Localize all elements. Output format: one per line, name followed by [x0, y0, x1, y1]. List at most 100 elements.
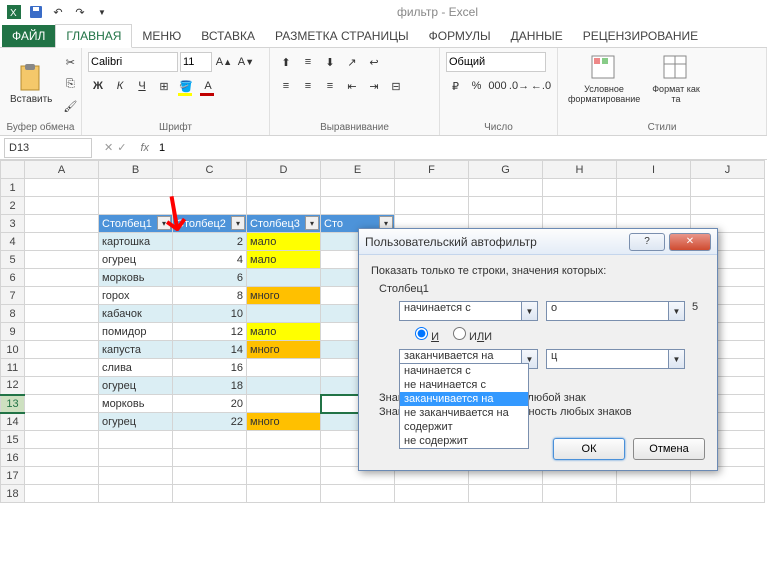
dropdown-option[interactable]: начинается с: [400, 364, 528, 378]
paste-button[interactable]: Вставить: [6, 62, 56, 107]
grow-font-icon[interactable]: A▲: [214, 52, 234, 72]
merge-icon[interactable]: ⊟: [386, 76, 406, 96]
row-header[interactable]: 17: [1, 467, 25, 485]
undo-icon[interactable]: ↶: [48, 2, 68, 22]
cell[interactable]: 2: [173, 233, 247, 251]
cell[interactable]: [247, 431, 321, 449]
help-button[interactable]: ?: [629, 233, 665, 251]
cell[interactable]: [25, 197, 99, 215]
indent-decrease-icon[interactable]: ⇤: [342, 76, 362, 96]
column-header-G[interactable]: G: [469, 161, 543, 179]
column-header-E[interactable]: E: [321, 161, 395, 179]
cell[interactable]: [25, 431, 99, 449]
format-painter-icon[interactable]: 🖌: [60, 96, 80, 116]
cell[interactable]: помидор: [99, 323, 173, 341]
row-header[interactable]: 5: [1, 251, 25, 269]
cell[interactable]: [691, 197, 765, 215]
cell[interactable]: [99, 485, 173, 503]
tab-home[interactable]: ГЛАВНАЯ: [55, 24, 132, 48]
cell[interactable]: [247, 377, 321, 395]
cell[interactable]: 6: [173, 269, 247, 287]
cell[interactable]: огурец: [99, 251, 173, 269]
cell[interactable]: мало: [247, 251, 321, 269]
row-header[interactable]: 14: [1, 413, 25, 431]
cell[interactable]: [247, 359, 321, 377]
comma-icon[interactable]: 000: [488, 76, 507, 96]
cell[interactable]: огурец: [99, 413, 173, 431]
filter-arrow-icon[interactable]: ▾: [305, 216, 319, 230]
borders-icon[interactable]: ⊞: [154, 76, 174, 96]
cell[interactable]: [173, 197, 247, 215]
currency-icon[interactable]: ₽: [446, 76, 465, 96]
redo-icon[interactable]: ↷: [70, 2, 90, 22]
cell[interactable]: [247, 449, 321, 467]
tab-page-layout[interactable]: РАЗМЕТКА СТРАНИЦЫ: [265, 25, 419, 47]
fx-icon[interactable]: fx: [134, 142, 155, 154]
dropdown-option[interactable]: не содержит: [400, 434, 528, 448]
tab-insert[interactable]: ВСТАВКА: [191, 25, 265, 47]
filter-arrow-icon[interactable]: ▾: [157, 216, 171, 230]
row-header[interactable]: 10: [1, 341, 25, 359]
formula-input[interactable]: [155, 142, 767, 154]
column-header-A[interactable]: A: [25, 161, 99, 179]
filter-arrow-icon[interactable]: ▾: [231, 216, 245, 230]
wrap-text-icon[interactable]: ↩: [364, 52, 384, 72]
copy-icon[interactable]: ⎘: [60, 74, 80, 94]
cell[interactable]: [395, 179, 469, 197]
cell[interactable]: [617, 197, 691, 215]
align-left-icon[interactable]: ≡: [276, 76, 296, 96]
radio-or[interactable]: ИЛИ: [453, 327, 492, 343]
cell[interactable]: 10: [173, 305, 247, 323]
dropdown-option[interactable]: заканчивается на: [400, 392, 528, 406]
cell[interactable]: [321, 179, 395, 197]
font-size-select[interactable]: [180, 52, 212, 72]
cell[interactable]: капуста: [99, 341, 173, 359]
row-header[interactable]: 11: [1, 359, 25, 377]
cell[interactable]: слива: [99, 359, 173, 377]
cell[interactable]: морковь: [99, 269, 173, 287]
cell[interactable]: [691, 179, 765, 197]
font-color-icon[interactable]: A: [198, 76, 218, 96]
column-header-J[interactable]: J: [691, 161, 765, 179]
cell[interactable]: 18: [173, 377, 247, 395]
fill-color-icon[interactable]: 🪣: [176, 76, 196, 96]
column-header-H[interactable]: H: [543, 161, 617, 179]
cell[interactable]: много: [247, 341, 321, 359]
cell[interactable]: [543, 485, 617, 503]
cancel-formula-icon[interactable]: ✕: [104, 141, 113, 154]
condition1-select[interactable]: начинается с▼: [399, 301, 538, 321]
cell[interactable]: [99, 431, 173, 449]
cell[interactable]: 8: [173, 287, 247, 305]
cell[interactable]: [25, 269, 99, 287]
cell[interactable]: [25, 287, 99, 305]
column-header-D[interactable]: D: [247, 161, 321, 179]
cell[interactable]: кабачок: [99, 305, 173, 323]
cell[interactable]: [247, 179, 321, 197]
row-header[interactable]: 16: [1, 449, 25, 467]
cell[interactable]: 20: [173, 395, 247, 413]
cell[interactable]: [173, 467, 247, 485]
cell[interactable]: [99, 197, 173, 215]
row-header[interactable]: 4: [1, 233, 25, 251]
cell[interactable]: [25, 179, 99, 197]
cell[interactable]: [99, 449, 173, 467]
row-header[interactable]: 1: [1, 179, 25, 197]
cell[interactable]: [99, 467, 173, 485]
tab-formulas[interactable]: ФОРМУЛЫ: [419, 25, 501, 47]
row-header[interactable]: 3: [1, 215, 25, 233]
cell[interactable]: [25, 215, 99, 233]
align-right-icon[interactable]: ≡: [320, 76, 340, 96]
tab-review[interactable]: РЕЦЕНЗИРОВАНИЕ: [573, 25, 708, 47]
align-bottom-icon[interactable]: ⬇: [320, 52, 340, 72]
orientation-icon[interactable]: ↗: [342, 52, 362, 72]
cell[interactable]: [469, 485, 543, 503]
cell[interactable]: [25, 323, 99, 341]
cell[interactable]: [321, 485, 395, 503]
cell[interactable]: много: [247, 287, 321, 305]
cell[interactable]: морковь: [99, 395, 173, 413]
cell[interactable]: [25, 377, 99, 395]
cell[interactable]: [25, 359, 99, 377]
value2-input[interactable]: ц▼: [546, 349, 685, 369]
cell[interactable]: [617, 179, 691, 197]
row-header[interactable]: 2: [1, 197, 25, 215]
